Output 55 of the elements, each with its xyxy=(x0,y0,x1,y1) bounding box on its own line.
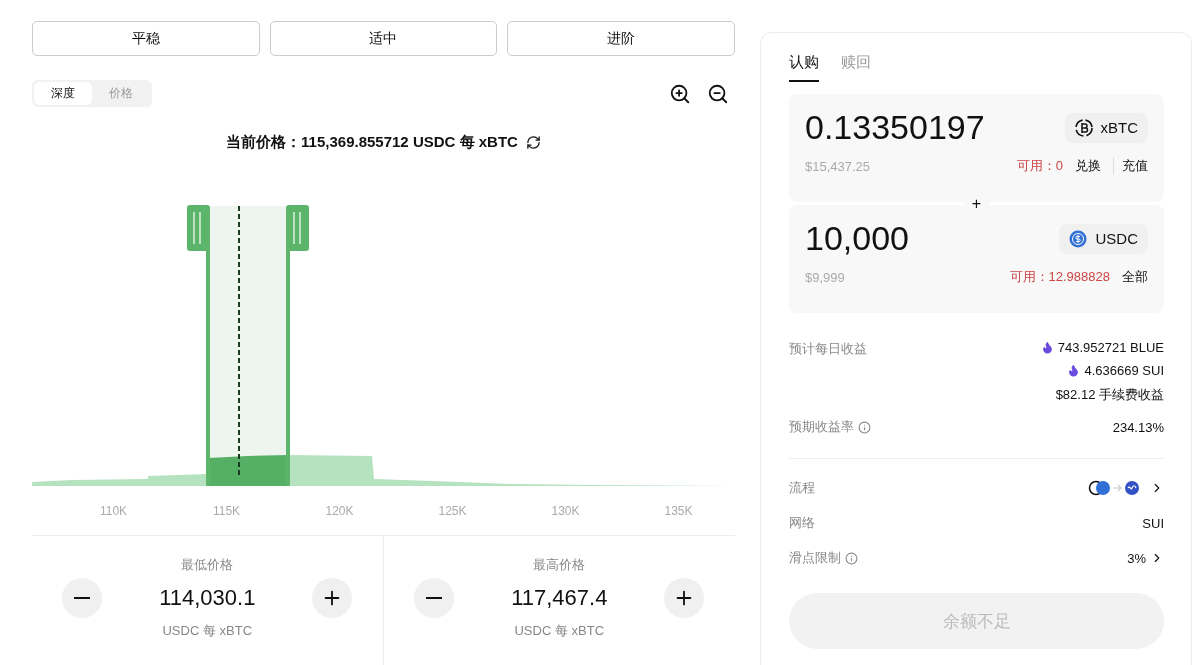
action-link[interactable]: 全部 xyxy=(1114,268,1148,286)
minus-icon xyxy=(426,597,443,599)
token-button[interactable]: USDC xyxy=(1059,223,1148,254)
detail-label: 流程 xyxy=(789,479,815,497)
price-unit: USDC 每 xBTC xyxy=(162,622,253,640)
detail-label: 滑点限制 xyxy=(789,549,841,567)
available-balance: 可用：12.988828 xyxy=(1009,268,1110,286)
detail-value: 234.13% xyxy=(1112,419,1164,435)
detail-label: 预计每日收益 xyxy=(789,340,867,358)
dollar-coin-icon xyxy=(1069,229,1088,248)
token-reward: 4.636669 SUI xyxy=(1084,363,1164,378)
amount-field[interactable]: 0.13350197 xyxy=(805,108,1035,147)
price-value: 117,467.4 xyxy=(511,585,608,611)
swap-icon[interactable] xyxy=(525,135,541,150)
view-tab[interactable]: 深度 xyxy=(34,82,92,105)
axis-label: 110K xyxy=(98,504,129,518)
fee-reward: $82.12 手续费收益 xyxy=(1055,386,1164,404)
current-price: 当前价格：115,369.855712 USDC 每 xBTC xyxy=(226,133,518,152)
price-value: 114,030.1 xyxy=(159,585,256,611)
action-link[interactable]: 兑换 xyxy=(1067,157,1101,175)
token-button[interactable]: xBTC xyxy=(1064,112,1148,143)
detail-label: 网络 xyxy=(789,514,815,532)
available-balance: 可用：0 xyxy=(1016,157,1063,175)
strategy-button[interactable]: 平稳 xyxy=(32,21,260,56)
flame-icon xyxy=(1067,364,1081,377)
minus-icon xyxy=(74,597,91,599)
detail-value: SUI xyxy=(1142,515,1164,531)
strategy-button[interactable]: 适中 xyxy=(269,21,498,56)
price-label: 最高价格 xyxy=(533,556,586,574)
price-label: 最低价格 xyxy=(181,556,234,574)
axis-label: 120K xyxy=(324,504,355,518)
increase-button[interactable] xyxy=(664,578,705,618)
usd-value: $9,999 xyxy=(805,269,845,285)
axis-label: 115K xyxy=(211,504,242,518)
increase-button[interactable] xyxy=(312,578,353,618)
zoom-out-icon[interactable] xyxy=(707,82,729,105)
action-link[interactable]: 充值 xyxy=(1113,157,1148,175)
info-icon[interactable] xyxy=(845,551,858,565)
range-handle[interactable] xyxy=(286,205,309,486)
detail-label: 预期收益率 xyxy=(789,418,854,436)
tab[interactable]: 认购 xyxy=(789,53,819,82)
zoom-in-icon[interactable] xyxy=(669,82,691,105)
token-reward: 743.952721 BLUE xyxy=(1057,340,1164,355)
axis-label: 135K xyxy=(663,504,694,518)
detail-value: 3% xyxy=(1127,550,1146,566)
amount-field[interactable]: 10,000 xyxy=(805,219,1035,258)
info-icon[interactable] xyxy=(858,420,871,434)
bitcoin-icon xyxy=(1074,118,1093,137)
strategy-button[interactable]: 进阶 xyxy=(507,21,735,56)
range-handle[interactable] xyxy=(187,205,210,486)
axis-label: 125K xyxy=(437,504,468,518)
usd-value: $15,437.25 xyxy=(805,158,871,174)
flame-icon xyxy=(1040,341,1054,354)
price-unit: USDC 每 xBTC xyxy=(514,622,605,640)
axis-label: 130K xyxy=(550,504,581,518)
